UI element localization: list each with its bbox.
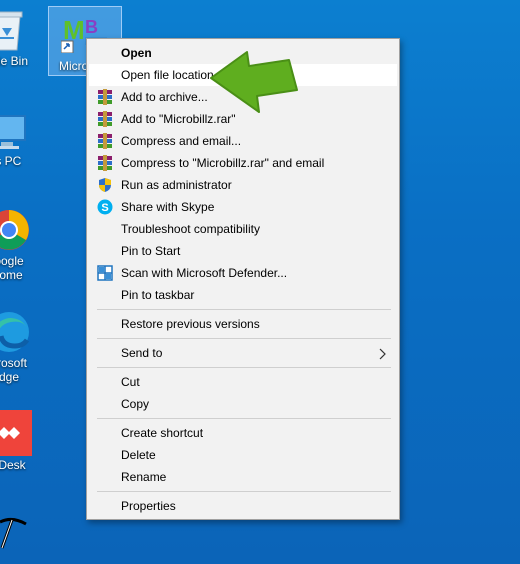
edge-icon (0, 310, 31, 354)
menu-item-restore-previous-versions[interactable]: Restore previous versions (89, 313, 397, 335)
menu-item-send-to[interactable]: Send to (89, 342, 397, 364)
menu-item-pin-to-taskbar[interactable]: Pin to taskbar (89, 284, 397, 306)
desktop-icon-label: is PC (0, 154, 22, 168)
desktop-icon-recycle-bin[interactable]: ycle Bin (0, 8, 44, 68)
pickaxe-icon[interactable] (0, 516, 28, 555)
desktop-icon-label: ycle Bin (0, 54, 29, 68)
anydesk-icon (0, 410, 32, 456)
desktop-icon-label: dge (0, 370, 20, 384)
desktop-icon-label: Micro (59, 59, 89, 73)
winrar-icon (97, 89, 113, 105)
desktop-icon-anydesk[interactable]: yDesk (0, 410, 46, 472)
desktop-icon-this-pc[interactable]: is PC (0, 112, 44, 168)
computer-icon (0, 112, 27, 152)
menu-item-pin-to-start[interactable]: Pin to Start (89, 240, 397, 262)
svg-text:S: S (101, 202, 108, 214)
desktop-icon-label: oogle (0, 254, 24, 268)
menu-item-cut[interactable]: Cut (89, 371, 397, 393)
menu-item-properties[interactable]: Properties (89, 495, 397, 517)
menu-item-compress-and-email[interactable]: Compress and email... (89, 130, 397, 152)
menu-separator (97, 491, 391, 492)
winrar-icon (97, 111, 113, 127)
menu-item-copy[interactable]: Copy (89, 393, 397, 415)
logo-letter-b: B (85, 17, 98, 37)
menu-item-rename[interactable]: Rename (89, 466, 397, 488)
uac-shield-icon (97, 177, 113, 193)
recycle-bin-icon (0, 8, 24, 52)
menu-item-run-as-administrator[interactable]: Run as administrator (89, 174, 397, 196)
desktop-icon-label: crosoft (0, 356, 27, 370)
menu-item-create-shortcut[interactable]: Create shortcut (89, 422, 397, 444)
menu-item-share-with-skype[interactable]: S Share with Skype (89, 196, 397, 218)
desktop-icon-microsoft-edge[interactable]: crosoft dge (0, 310, 46, 384)
menu-separator (97, 309, 391, 310)
menu-item-delete[interactable]: Delete (89, 444, 397, 466)
chrome-icon (0, 208, 31, 252)
desktop-icon-label: rome (0, 268, 23, 282)
menu-item-scan-with-defender[interactable]: Scan with Microsoft Defender... (89, 262, 397, 284)
winrar-icon (97, 155, 113, 171)
menu-separator (97, 367, 391, 368)
desktop-icon-google-chrome[interactable]: oogle rome (0, 208, 46, 282)
winrar-icon (97, 133, 113, 149)
defender-icon (97, 265, 113, 281)
chevron-right-icon (379, 342, 387, 364)
desktop-icon-label: yDesk (0, 458, 26, 472)
annotation-arrow-icon (205, 50, 301, 125)
menu-separator (97, 418, 391, 419)
menu-item-troubleshoot-compatibility[interactable]: Troubleshoot compatibility (89, 218, 397, 240)
skype-icon: S (97, 199, 113, 215)
menu-item-compress-to-rar-and-email[interactable]: Compress to "Microbillz.rar" and email (89, 152, 397, 174)
menu-separator (97, 338, 391, 339)
